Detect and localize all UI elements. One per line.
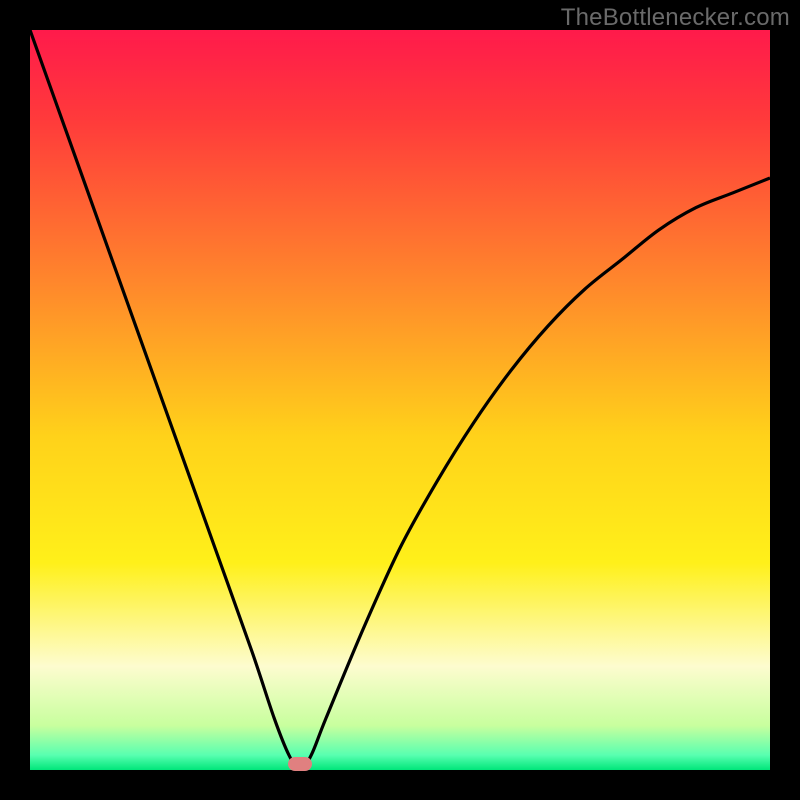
bottleneck-curve: [30, 30, 770, 770]
optimum-marker: [288, 757, 312, 771]
chart-container: TheBottlenecker.com: [0, 0, 800, 800]
plot-area: [30, 30, 770, 770]
bottleneck-curve-svg: [30, 30, 770, 770]
watermark-text: TheBottlenecker.com: [561, 4, 790, 32]
